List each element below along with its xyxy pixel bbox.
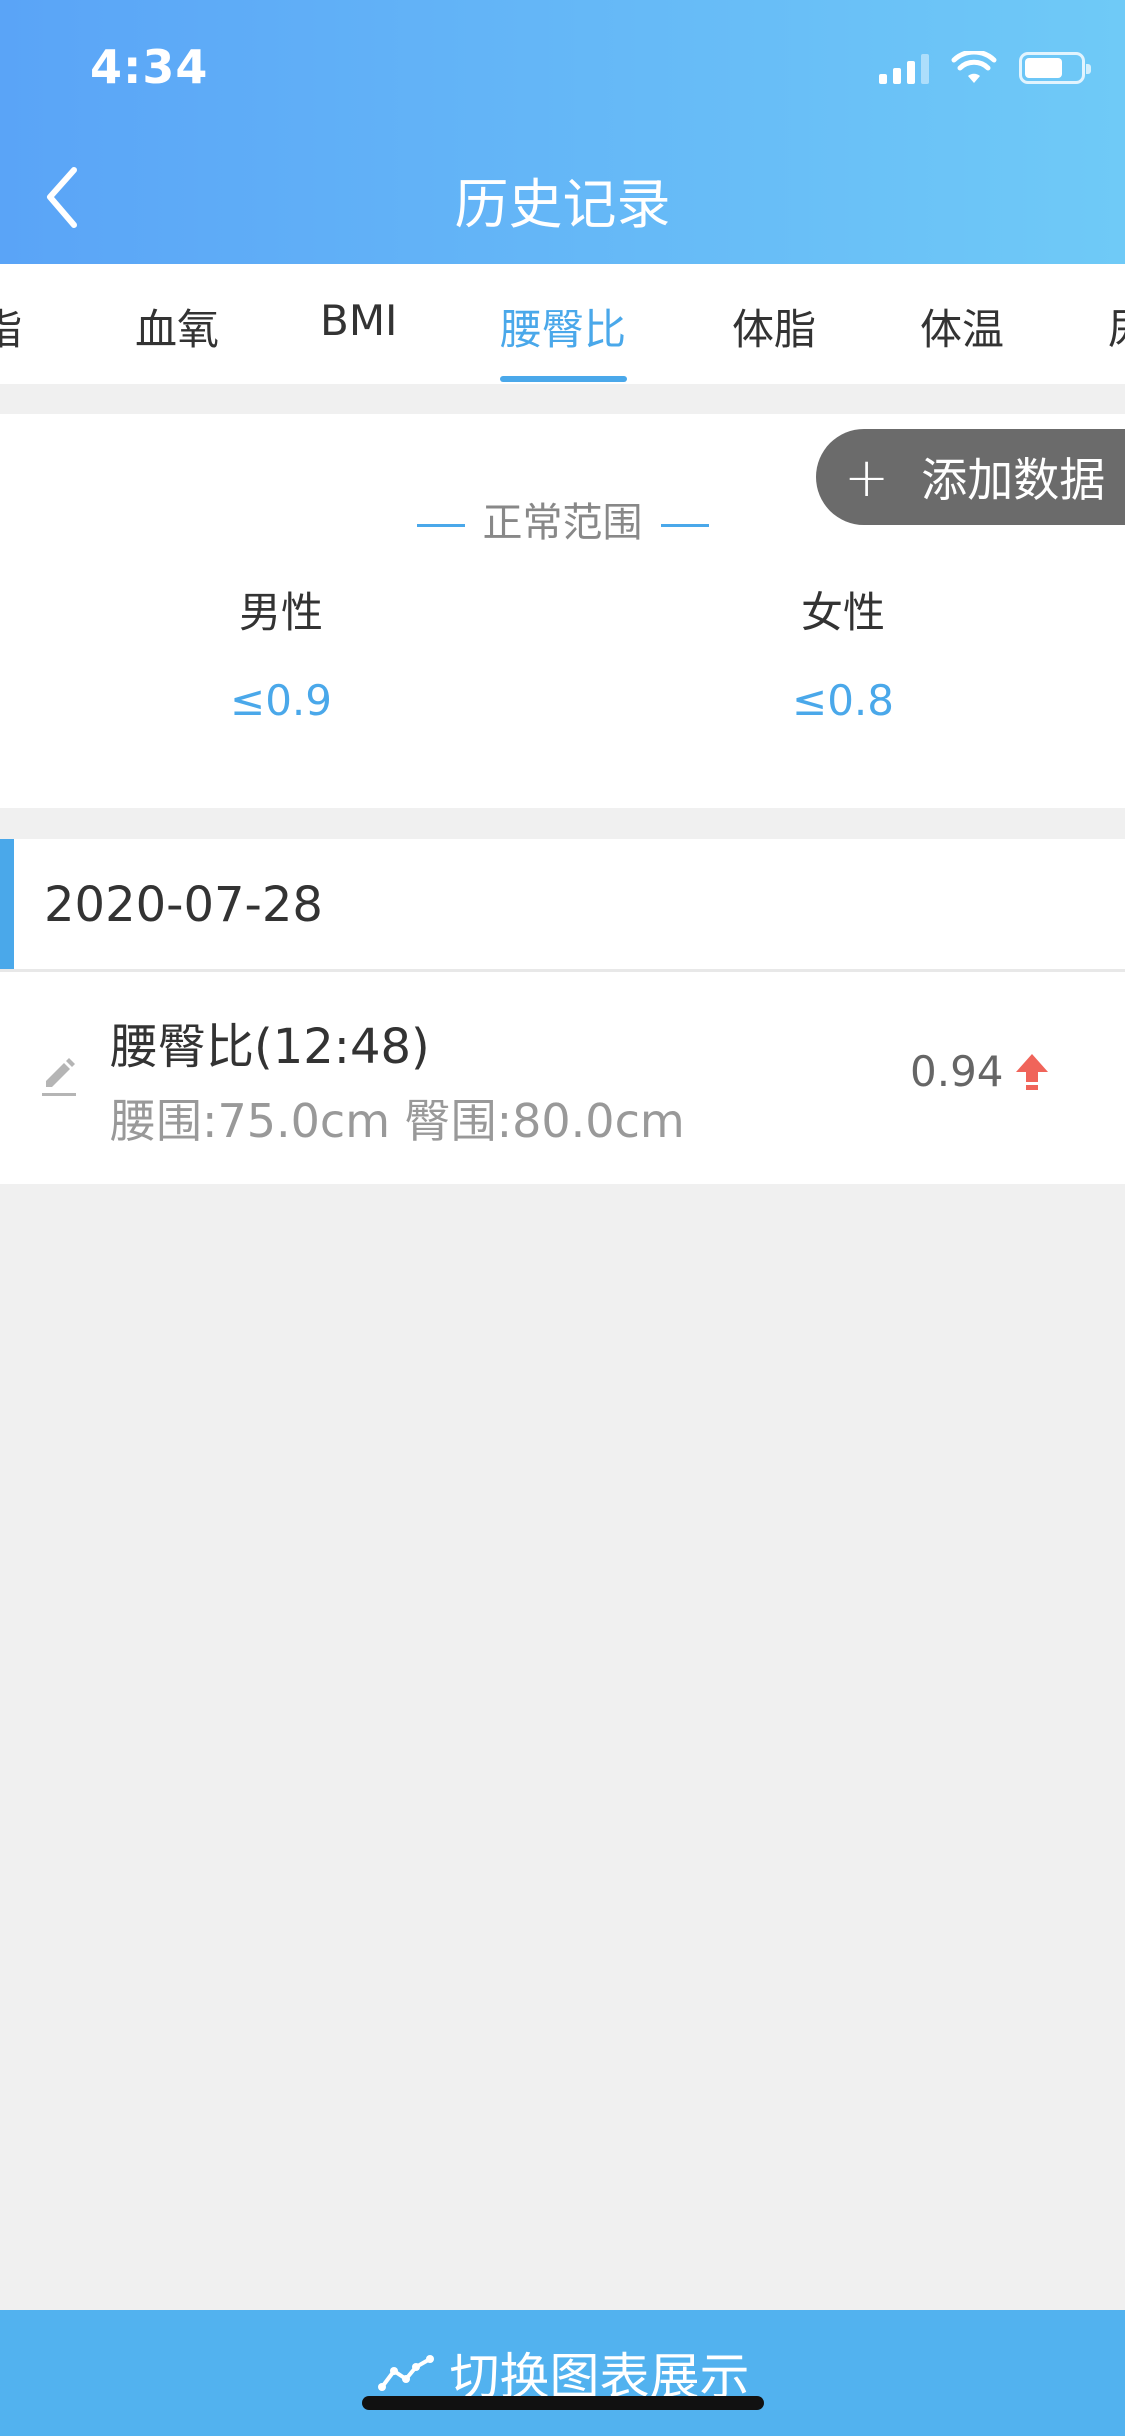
home-indicator[interactable] [362, 2396, 764, 2410]
female-label: 女性 [800, 588, 885, 637]
tab-blood-oxygen[interactable]: 血氧 [135, 296, 219, 357]
record-value: 0.94 [910, 1047, 1050, 1096]
date-group-header: 2020-07-28 [0, 839, 1125, 969]
tab-waist-hip-ratio[interactable]: 腰臀比 [500, 296, 626, 357]
battery-icon [1019, 52, 1091, 84]
plus-icon: + [844, 445, 890, 509]
date-accent-bar [0, 839, 14, 969]
tab-body-temperature[interactable]: 体温 [920, 296, 1004, 357]
up-arrow-icon [1015, 1053, 1048, 1090]
wifi-icon [951, 51, 997, 83]
tab-bmi[interactable]: BMI [320, 296, 397, 345]
signal-icon [879, 52, 929, 84]
page-title: 历史记录 [454, 173, 671, 236]
record-value-text: 0.94 [910, 1047, 1004, 1096]
tab-bar: 脂 血氧 BMI 腰臀比 体脂 体温 尿 [0, 264, 1125, 384]
active-tab-indicator [500, 376, 627, 382]
female-range-value: ≤0.8 [792, 676, 894, 725]
line-chart-icon [377, 2355, 434, 2391]
tab-uric-acid[interactable]: 尿 [1108, 296, 1125, 357]
status-icons [879, 48, 1091, 88]
header: 4:34 历史记录 [0, 0, 1125, 264]
tab-body-fat[interactable]: 体脂 [732, 296, 816, 357]
edit-icon[interactable] [40, 1055, 78, 1097]
switch-chart-button[interactable]: 切换图表展示 [0, 2310, 1125, 2436]
list-item[interactable]: 腰臀比(12:48) 腰围:75.0cm 臀围:80.0cm 0.94 [0, 972, 1125, 1184]
record-title: 腰臀比(12:48) [110, 1019, 430, 1075]
status-time: 4:34 [90, 40, 209, 94]
add-data-button[interactable]: + 添加数据 [816, 429, 1125, 525]
record-date: 2020-07-28 [44, 877, 323, 933]
male-range-value: ≤0.9 [230, 676, 332, 725]
record-detail: 腰围:75.0cm 臀围:80.0cm [110, 1094, 685, 1148]
male-label: 男性 [238, 588, 323, 637]
tab-blood-lipid[interactable]: 脂 [0, 296, 22, 357]
add-data-label: 添加数据 [921, 453, 1106, 507]
